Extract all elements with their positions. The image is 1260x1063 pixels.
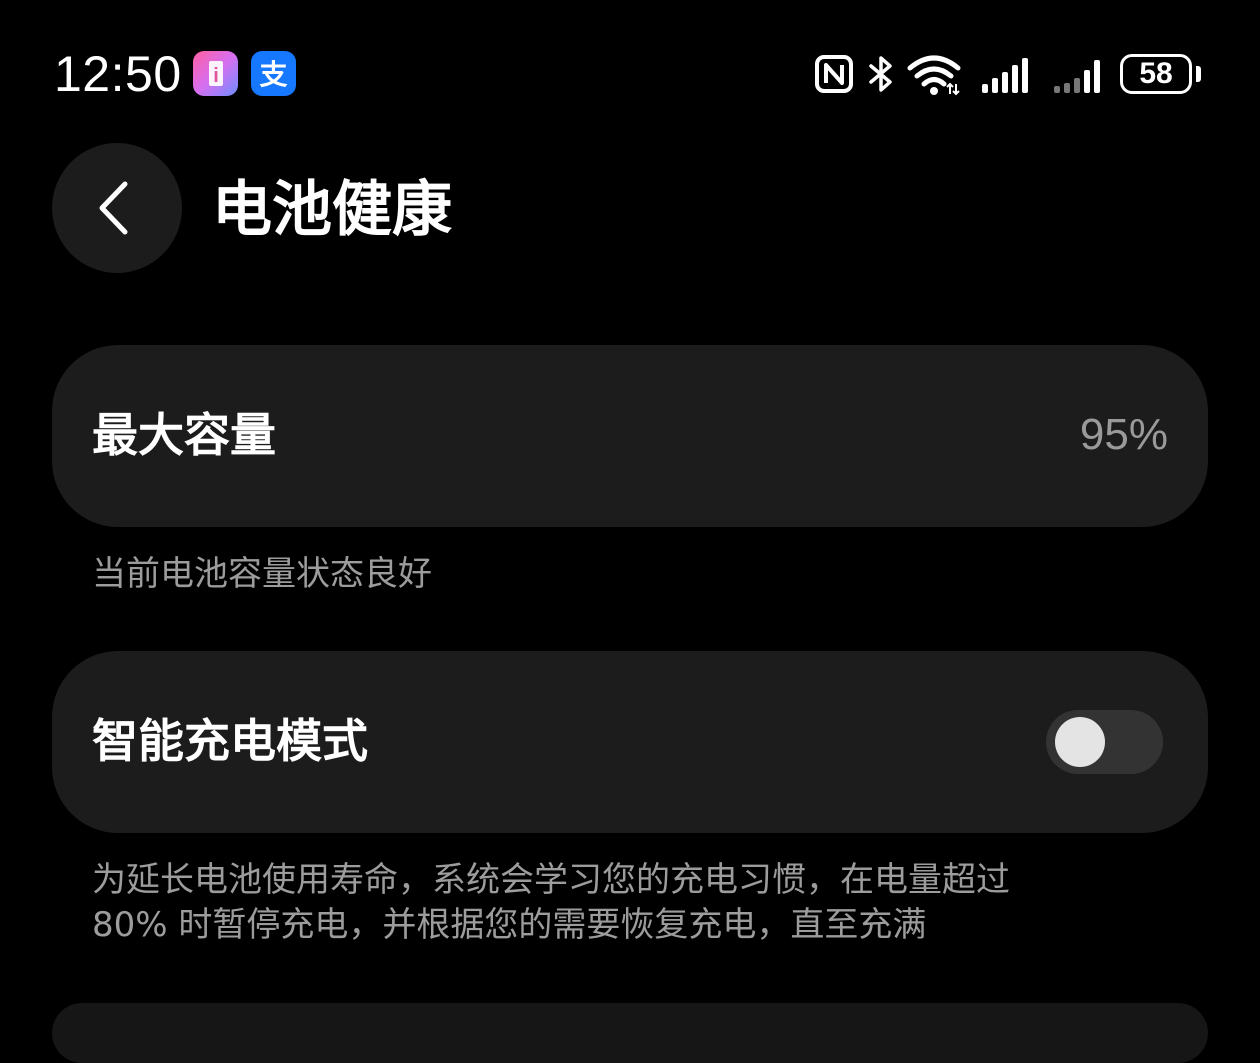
- toggle-knob: [1055, 717, 1105, 767]
- smart-charging-caption: 为延长电池使用寿命，系统会学习您的充电习惯，在电量超过 80% 时暂停充电，并根…: [92, 858, 1182, 948]
- battery-tip: [1196, 66, 1201, 82]
- svg-text:支: 支: [259, 58, 287, 91]
- reader-app-icon: i: [193, 51, 238, 96]
- smart-charging-row[interactable]: 智能充电模式: [52, 651, 1208, 833]
- status-clock: 12:50: [54, 46, 182, 102]
- next-settings-card[interactable]: [52, 1003, 1208, 1063]
- smart-charging-label: 智能充电模式: [92, 714, 368, 768]
- chevron-left-icon: [99, 181, 128, 235]
- nfc-icon: [815, 55, 853, 93]
- max-capacity-value: 95%: [1079, 410, 1168, 459]
- page-title: 电池健康: [212, 175, 452, 245]
- cell-signal-icon: [982, 58, 1028, 93]
- max-capacity-label: 最大容量: [92, 408, 276, 462]
- status-bar: 12:50 i 支 58: [0, 0, 1260, 150]
- capacity-status-caption: 当前电池容量状态良好: [92, 554, 432, 594]
- battery-indicator: 58: [1120, 54, 1192, 94]
- smart-charging-toggle[interactable]: [1046, 710, 1163, 774]
- alipay-app-icon: 支: [251, 51, 296, 96]
- max-capacity-row: 最大容量 95%: [52, 345, 1208, 527]
- bluetooth-icon: [869, 56, 892, 92]
- svg-text:i: i: [213, 65, 219, 87]
- back-button[interactable]: [52, 143, 182, 273]
- wifi-icon: [907, 55, 961, 96]
- smart-charging-caption-line-2: 80% 时暂停充电，并根据您的需要恢复充电，直至充满: [92, 905, 927, 945]
- smart-charging-caption-line-1: 为延长电池使用寿命，系统会学习您的充电习惯，在电量超过: [92, 860, 1010, 900]
- cell-signal-icon-2: [1054, 60, 1100, 93]
